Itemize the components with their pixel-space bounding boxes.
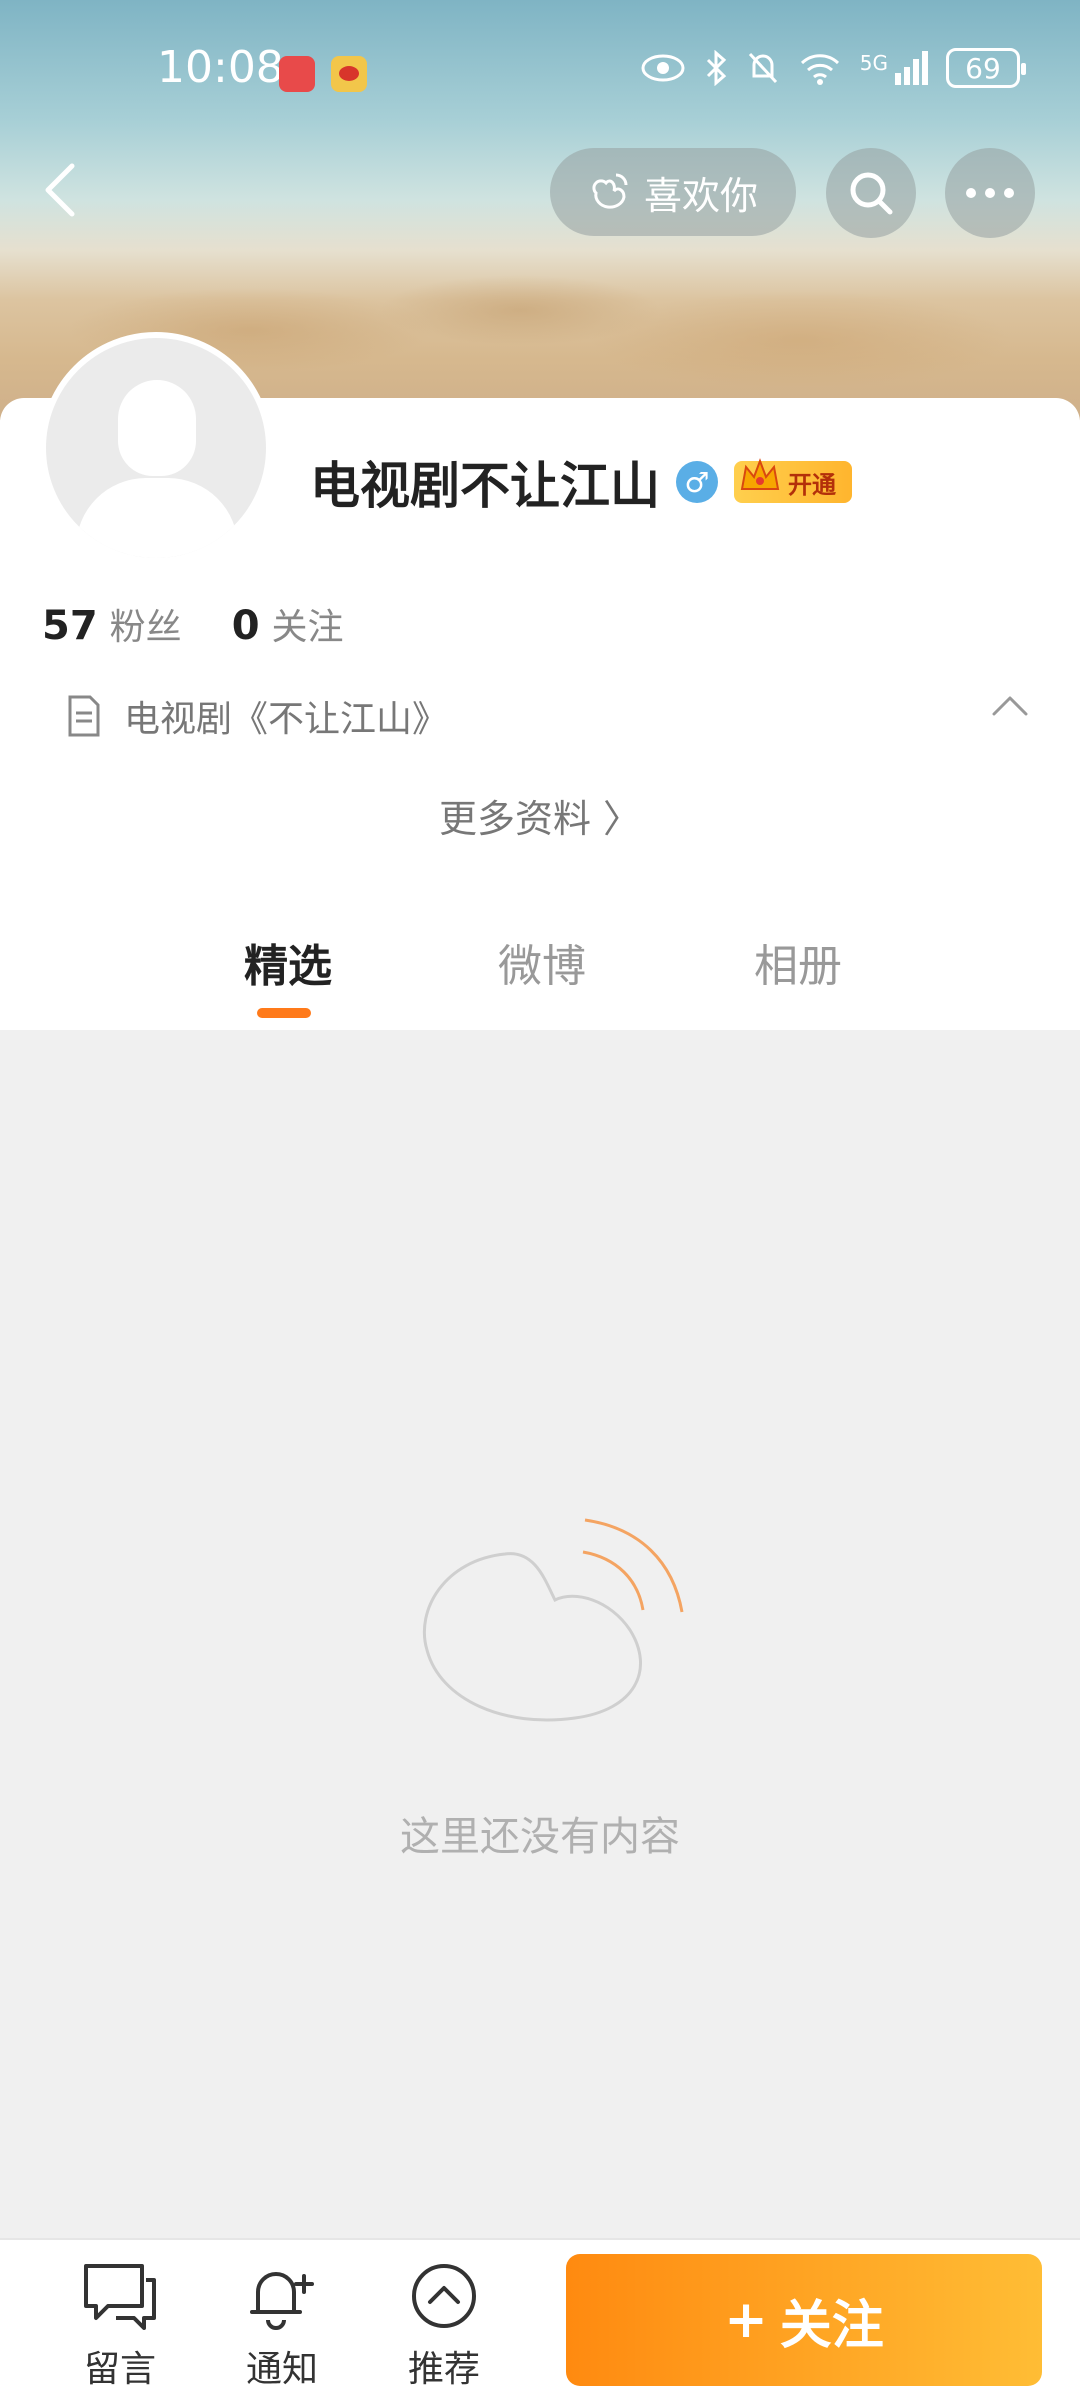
search-button[interactable]	[826, 148, 916, 238]
status-indicators: 5G 69	[640, 48, 1026, 88]
wifi-icon	[800, 54, 839, 85]
message-button[interactable]: 留言	[60, 2260, 180, 2392]
followers-count: 57	[42, 603, 98, 649]
app-notification-icon	[279, 56, 315, 92]
following-stat[interactable]: 0 关注	[232, 598, 344, 650]
status-bar: 10:08 5G 69	[0, 0, 1080, 140]
empty-state-text: 这里还没有内容	[400, 1814, 680, 1860]
document-icon	[68, 695, 100, 737]
active-tab-indicator	[257, 1008, 311, 1018]
eye-icon	[641, 54, 685, 82]
search-icon	[850, 172, 893, 215]
notify-button[interactable]: 通知	[222, 2260, 342, 2392]
circle-chevron-up-icon	[412, 2264, 476, 2328]
avatar[interactable]	[40, 332, 272, 564]
profile-stats: 57 粉丝 0 关注	[42, 598, 344, 650]
content-area: 这里还没有内容	[0, 1030, 1080, 2238]
following-count: 0	[231, 603, 260, 649]
tab-featured[interactable]: 精选	[244, 930, 332, 994]
signal-icon: 5G	[860, 51, 928, 85]
recommend-label: 推荐	[407, 2349, 480, 2390]
empty-weibo-icon	[422, 1518, 684, 1722]
tab-weibo[interactable]: 微博	[498, 930, 586, 994]
followers-stat[interactable]: 57 粉丝	[42, 598, 182, 650]
bluetooth-icon	[706, 50, 726, 86]
status-time: 10:08	[157, 42, 284, 93]
mute-bell-icon	[748, 52, 777, 84]
more-dots-icon	[966, 188, 1014, 198]
network-type: 5G	[859, 51, 888, 75]
profile-name: 电视剧不让江山	[310, 457, 660, 515]
avatar-head-shape	[118, 380, 196, 476]
more-button[interactable]	[945, 148, 1035, 238]
battery-indicator: 69	[946, 48, 1026, 88]
like-you-label: 喜欢你	[643, 173, 758, 218]
following-label: 关注	[271, 607, 344, 648]
message-bubble-icon	[84, 2264, 156, 2330]
follow-button[interactable]: + 关注	[566, 2254, 1042, 2386]
tab-album[interactable]: 相册	[754, 930, 842, 994]
chevron-up-icon[interactable]	[990, 694, 1030, 718]
bio-row[interactable]: 电视剧《不让江山》	[66, 690, 1036, 742]
weibo-notification-icon	[331, 56, 367, 92]
recommend-button[interactable]: 推荐	[384, 2260, 504, 2392]
bio-text: 电视剧《不让江山》	[124, 699, 449, 740]
chevron-left-icon	[45, 163, 75, 217]
profile-tabs: 精选 微博 相册	[0, 930, 1080, 1030]
more-info-link[interactable]: 更多资料 〉	[0, 788, 1080, 843]
weibo-like-icon	[592, 173, 628, 209]
followers-label: 粉丝	[109, 607, 182, 648]
male-icon: ♂	[676, 461, 718, 503]
bell-plus-icon	[250, 2272, 314, 2330]
vip-open-label: 开通	[788, 470, 836, 499]
follow-label: 关注	[779, 2295, 884, 2356]
crown-icon	[740, 458, 780, 490]
avatar-body-shape	[76, 478, 238, 558]
like-you-button[interactable]: 喜欢你	[550, 148, 796, 236]
plus-icon: +	[724, 2290, 768, 2350]
message-label: 留言	[83, 2349, 156, 2390]
notify-label: 通知	[245, 2349, 318, 2390]
profile-name-row: 电视剧不让江山 ♂ 开通	[310, 446, 852, 518]
vip-open-badge[interactable]: 开通	[734, 458, 852, 503]
bottom-action-bar: 留言 通知 推荐 + 关注	[0, 2238, 1080, 2400]
back-button[interactable]	[30, 150, 90, 230]
